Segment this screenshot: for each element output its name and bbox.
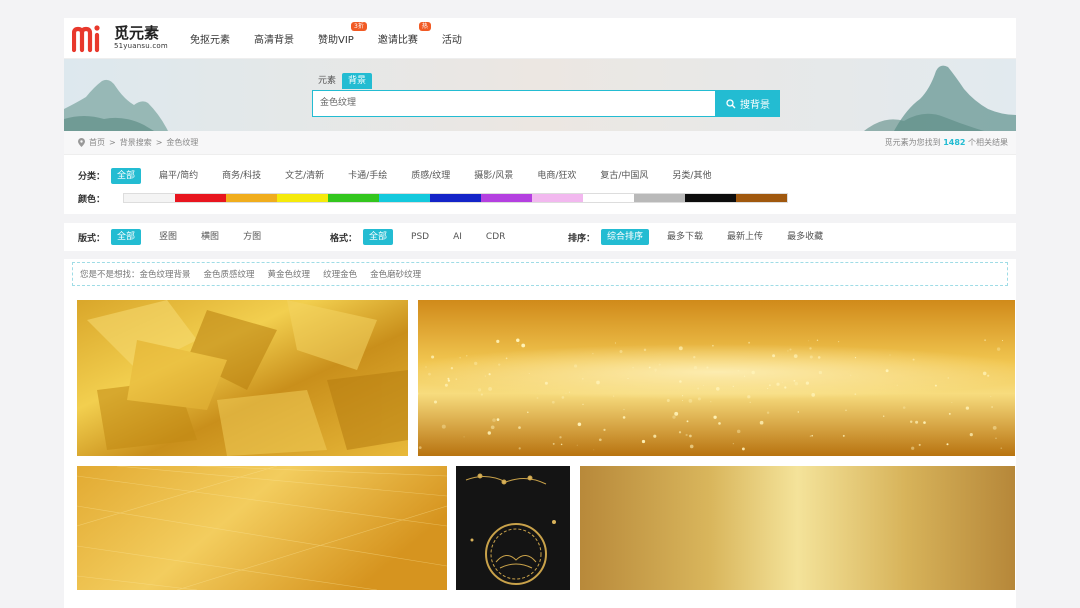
format-label: 格式： xyxy=(330,233,358,244)
suggestion-link[interactable]: 金色纹理背景 xyxy=(140,268,191,280)
nav-item-label: 免抠元素 xyxy=(190,34,230,46)
breadcrumb-item[interactable]: 背景搜索 xyxy=(120,137,152,148)
suggestion-link[interactable]: 黄金色纹理 xyxy=(268,268,311,280)
category-chip[interactable]: 卡通/手绘 xyxy=(342,168,393,184)
search-banner: 元素 背景 金色纹理 搜背景 xyxy=(64,59,1016,131)
divider xyxy=(64,251,1016,259)
gold-foil-texture-tile[interactable] xyxy=(77,300,408,456)
nav-item-2[interactable]: 赞助VIP 3折 xyxy=(318,21,367,46)
category-chip[interactable]: 复古/中国风 xyxy=(594,168,654,184)
sort-chip[interactable]: 最新上传 xyxy=(721,229,769,245)
category-chip[interactable]: 文艺/清新 xyxy=(279,168,330,184)
gold-gradient-tile[interactable] xyxy=(580,466,1015,590)
sort-chip[interactable]: 综合排序 xyxy=(601,229,650,245)
logo-url: 51yuansu.com xyxy=(114,42,168,50)
color-swatch[interactable] xyxy=(175,194,227,202)
site-logo[interactable]: 觅元素 51yuansu.com xyxy=(71,20,180,56)
search-tab-1[interactable]: 背景 xyxy=(342,73,373,89)
divider xyxy=(64,214,1016,223)
suggestion-link[interactable]: 纹理金色 xyxy=(323,268,357,280)
search-tab-0[interactable]: 元素 xyxy=(312,73,342,89)
color-swatches xyxy=(123,193,789,203)
logo-name: 觅元素 xyxy=(114,24,160,42)
suggestion-link[interactable]: 金色质感纹理 xyxy=(204,268,255,280)
color-filter-row: 颜色： xyxy=(78,188,1002,208)
category-chip[interactable]: 质感/纹理 xyxy=(405,168,456,184)
sort-label: 排序： xyxy=(568,233,596,244)
color-swatch[interactable] xyxy=(277,194,329,202)
result-prefix: 觅元素为您找到 xyxy=(884,138,941,147)
format-filter-row: 版式： 全部 竖图 横图 方图 格式： 全部 PSD AI CDR 排序： 综合排序 最多下载… xyxy=(78,223,1002,251)
color-swatch[interactable] xyxy=(532,194,584,202)
result-suffix: 个相关结果 xyxy=(968,138,1008,147)
gold-glitter-tile[interactable] xyxy=(418,300,1015,456)
format-chip[interactable]: CDR xyxy=(480,229,511,245)
result-count: 1482 xyxy=(943,138,966,147)
layout-chip[interactable]: 横图 xyxy=(195,229,225,245)
layout-chip[interactable]: 方图 xyxy=(237,229,267,245)
format-chip[interactable]: PSD xyxy=(405,229,435,245)
brushed-gold-tile[interactable] xyxy=(77,466,447,590)
breadcrumb-bar: 首页 > 背景搜索 > 金色纹理 觅元素为您找到 1482 个相关结果 xyxy=(64,131,1016,155)
nav-item-label: 高清背景 xyxy=(254,34,294,46)
format-chip[interactable]: AI xyxy=(447,229,468,245)
category-chip[interactable]: 商务/科技 xyxy=(216,168,267,184)
color-swatch[interactable] xyxy=(736,194,788,202)
nav-item-1[interactable]: 高清背景 xyxy=(254,31,294,46)
category-chip[interactable]: 摄影/风景 xyxy=(468,168,519,184)
search-button[interactable]: 搜背景 xyxy=(716,90,780,117)
search-block: 元素 背景 金色纹理 搜背景 xyxy=(312,71,780,117)
suggestion-prefix: 您是不是想找： xyxy=(80,270,140,280)
breadcrumb-item: 金色纹理 xyxy=(166,138,199,147)
breadcrumb-item[interactable]: 首页 xyxy=(89,137,105,148)
color-swatch[interactable] xyxy=(481,194,533,202)
category-chip[interactable]: 扁平/简约 xyxy=(153,168,204,184)
suggestion-link[interactable]: 金色磨砂纹理 xyxy=(370,268,421,280)
nav-item-label: 赞助VIP xyxy=(318,34,354,46)
nav-item-label: 活动 xyxy=(441,34,462,46)
color-label: 颜色： xyxy=(78,194,106,205)
nav-badge: 热 xyxy=(418,21,431,31)
breadcrumb-separator: > xyxy=(109,138,116,147)
browser-viewport: 觅元素 51yuansu.com 免抠元素 高清背景 赞助VIP 3折 邀请比赛热活动 … xyxy=(0,0,1080,608)
nav-item-label: 邀请比赛 xyxy=(377,34,418,46)
layout-chip[interactable]: 全部 xyxy=(111,229,142,245)
logo-mark-icon xyxy=(71,23,112,53)
category-chip[interactable]: 全部 xyxy=(111,167,142,184)
suggestion-bar: 您是不是想找： 金色纹理背景 金色质感纹理 黄金色纹理 纹理金色 金色磨砂纹理 xyxy=(72,262,1008,286)
category-filter-row: 分类： 全部 扁平/简约 商务/科技 文艺/清新 卡通/手绘 质感/纹理 摄影/风景 电商/狂… xyxy=(78,163,1002,188)
layout-label: 版式： xyxy=(78,233,106,244)
color-swatch[interactable] xyxy=(379,194,431,202)
nav-badge: 3折 xyxy=(351,21,367,31)
filter-panel: 分类： 全部 扁平/简约 商务/科技 文艺/清新 卡通/手绘 质感/纹理 摄影/风景 电商/狂… xyxy=(64,163,1016,259)
search-input[interactable]: 金色纹理 xyxy=(312,90,716,117)
top-nav: 觅元素 51yuansu.com 免抠元素 高清背景 赞助VIP 3折 邀请比赛热活动 xyxy=(64,18,1016,59)
nav-item-3[interactable]: 邀请比赛热 xyxy=(377,21,431,46)
color-swatch[interactable] xyxy=(124,194,176,202)
nav-item-0[interactable]: 免抠元素 xyxy=(190,31,230,46)
color-swatch[interactable] xyxy=(430,194,482,202)
sort-chip[interactable]: 最多收藏 xyxy=(781,229,829,245)
color-swatch[interactable] xyxy=(583,194,635,202)
category-chip[interactable]: 另类/其他 xyxy=(666,168,717,184)
color-swatch[interactable] xyxy=(226,194,278,202)
color-swatch[interactable] xyxy=(685,194,737,202)
search-icon xyxy=(726,98,736,108)
result-summary: 觅元素为您找到 1482 个相关结果 xyxy=(885,137,1008,148)
color-swatch[interactable] xyxy=(328,194,380,202)
layout-chip[interactable]: 竖图 xyxy=(153,229,183,245)
nav-item-4[interactable]: 活动 xyxy=(442,31,462,46)
search-button-label: 搜背景 xyxy=(740,100,770,111)
category-chip[interactable]: 电商/狂欢 xyxy=(531,168,582,184)
category-label: 分类： xyxy=(78,172,106,182)
sort-chip[interactable]: 最多下载 xyxy=(661,229,709,245)
breadcrumb-separator: > xyxy=(155,138,163,147)
color-swatch[interactable] xyxy=(634,194,686,202)
format-chip[interactable]: 全部 xyxy=(363,229,394,245)
black-gold-chinese-tile[interactable] xyxy=(456,466,570,590)
breadcrumb: 首页 > 背景搜索 > 金色纹理 xyxy=(78,137,198,148)
location-pin-icon xyxy=(78,138,85,147)
